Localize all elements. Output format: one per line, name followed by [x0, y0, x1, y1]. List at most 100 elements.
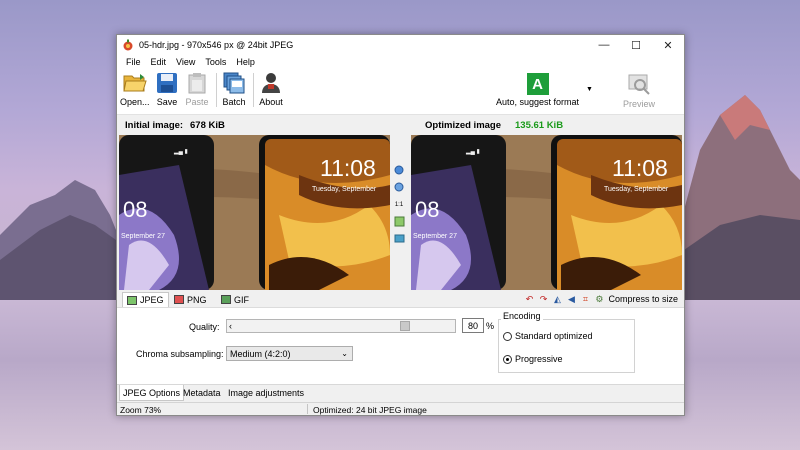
initial-image-pane[interactable]: ▂▄ ▮ 08 September 27 11:08 Tuesday, Sept…: [119, 135, 390, 290]
close-button[interactable]: ✕: [652, 35, 684, 55]
quality-input[interactable]: 80: [462, 318, 484, 333]
initial-image-size: 678 KiB: [190, 120, 225, 131]
quality-unit: %: [486, 321, 495, 331]
menu-bar: File Edit View Tools Help: [117, 55, 684, 69]
menu-edit[interactable]: Edit: [146, 57, 172, 67]
chroma-subsampling-label: Chroma subsampling:: [136, 349, 224, 359]
format-label: Auto, suggest format: [496, 97, 580, 107]
preview-label: Preview: [623, 99, 656, 109]
standard-optimized-radio[interactable]: [503, 331, 512, 341]
optimized-image-size: 135.61 KiB: [515, 120, 564, 131]
left-time-fragment: 08: [415, 197, 439, 222]
rotate-right-icon[interactable]: ↷: [538, 294, 548, 304]
format-tab-bar: JPEG PNG GIF ↶ ↷ ◭ ◀ ⌗ ⚙ Compress to siz…: [117, 290, 684, 308]
standard-optimized-option[interactable]: Standard optimized: [503, 331, 593, 341]
compress-to-size-button[interactable]: Compress to size: [608, 294, 678, 304]
initial-image-label: Initial image:: [125, 120, 184, 131]
gif-format-icon: [221, 295, 231, 304]
crop-icon[interactable]: ⌗: [580, 294, 590, 304]
maximize-button[interactable]: ☐: [620, 35, 652, 55]
zoom-status: Zoom 73%: [120, 405, 162, 415]
menu-view[interactable]: View: [171, 57, 200, 67]
rotate-left-icon[interactable]: ↶: [524, 294, 534, 304]
tab-png[interactable]: PNG: [170, 292, 211, 307]
menu-help[interactable]: Help: [231, 57, 260, 67]
batch-label: Batch: [222, 97, 246, 107]
minimize-button[interactable]: —: [588, 35, 620, 55]
tab-jpeg[interactable]: JPEG: [122, 292, 169, 307]
left-date-fragment: September 27: [413, 233, 457, 240]
left-time-fragment: 08: [123, 197, 147, 222]
toolbar: Open... Save Paste Batch About A Auto, s…: [117, 69, 684, 115]
zoom-tools: 1:1: [392, 135, 406, 290]
right-time: 11:08: [612, 155, 668, 181]
flip-vertical-icon[interactable]: ◀: [566, 294, 576, 304]
save-label: Save: [156, 97, 178, 107]
left-date-fragment: September 27: [121, 233, 165, 240]
app-logo-icon: [123, 39, 133, 51]
optimized-image-preview: ▂▄ ▮ 08 September 27 11:08 Tuesday, Sept…: [411, 135, 682, 290]
image-tools: ↶ ↷ ◭ ◀ ⌗ ⚙ Compress to size: [524, 292, 678, 306]
app-window: 05-hdr.jpg - 970x546 px @ 24bit JPEG — ☐…: [116, 34, 685, 416]
right-date: Tuesday, September: [604, 186, 669, 193]
floppy-disk-icon: [155, 71, 179, 95]
chroma-subsampling-select[interactable]: Medium (4:2:0) ⌄: [226, 346, 353, 361]
optimized-status: Optimized: 24 bit JPEG image: [313, 405, 427, 415]
clipboard-icon: [185, 71, 209, 95]
batch-files-icon: [222, 71, 246, 95]
jpeg-format-icon: [127, 295, 137, 305]
user-icon: [259, 71, 283, 95]
about-button[interactable]: About: [259, 71, 283, 107]
open-button[interactable]: Open...: [120, 71, 150, 107]
compress-icon[interactable]: ⚙: [594, 294, 604, 304]
progressive-option[interactable]: Progressive: [503, 354, 563, 364]
tab-gif[interactable]: GIF: [217, 292, 253, 307]
optimized-image-pane[interactable]: ▂▄ ▮ 08 September 27 11:08 Tuesday, Sept…: [411, 135, 682, 290]
format-dropdown-chevron-icon[interactable]: ▼: [586, 86, 593, 93]
paste-button[interactable]: Paste: [185, 71, 209, 107]
progressive-radio[interactable]: [503, 354, 512, 364]
open-label: Open...: [120, 97, 150, 107]
menu-file[interactable]: File: [121, 57, 146, 67]
svg-text:▂▄ ▮: ▂▄ ▮: [173, 149, 188, 155]
standard-optimized-label: Standard optimized: [515, 331, 593, 341]
quality-slider-thumb[interactable]: [399, 321, 410, 331]
optimized-image-label: Optimized image: [425, 120, 502, 131]
window-title: 05-hdr.jpg - 970x546 px @ 24bit JPEG: [139, 40, 294, 50]
encoding-group: [498, 319, 635, 373]
progressive-label: Progressive: [515, 354, 563, 364]
format-selector[interactable]: A Auto, suggest format: [496, 73, 579, 107]
save-button[interactable]: Save: [155, 71, 179, 107]
about-label: About: [259, 97, 283, 107]
slider-left-arrow-icon[interactable]: ‹: [229, 320, 232, 332]
chroma-subsampling-value: Medium (4:2:0): [230, 348, 291, 359]
chevron-down-icon: ⌄: [341, 349, 348, 358]
preview-button[interactable]: Preview: [623, 73, 655, 109]
status-bar: Zoom 73% Optimized: 24 bit JPEG image: [117, 402, 684, 415]
zoom-in-icon[interactable]: [394, 165, 405, 176]
tab-jpeg-label: JPEG: [140, 295, 164, 305]
title-bar[interactable]: 05-hdr.jpg - 970x546 px @ 24bit JPEG — ☐…: [117, 35, 684, 55]
tab-image-adjustments[interactable]: Image adjustments: [225, 385, 307, 401]
auto-format-icon: A: [526, 73, 549, 95]
batch-button[interactable]: Batch: [222, 71, 246, 107]
fit-icon[interactable]: [394, 216, 405, 227]
right-time: 11:08: [320, 155, 376, 181]
tab-gif-label: GIF: [234, 294, 249, 305]
toolbar-separator: [216, 73, 217, 107]
folder-open-icon: [123, 71, 147, 95]
quality-slider[interactable]: ‹: [226, 319, 456, 333]
tab-jpeg-options[interactable]: JPEG Options: [119, 385, 185, 401]
tab-metadata[interactable]: Metadata: [180, 385, 224, 401]
toolbar-separator: [253, 73, 254, 107]
quality-label: Quality:: [189, 322, 220, 332]
menu-tools[interactable]: Tools: [200, 57, 231, 67]
flip-horizontal-icon[interactable]: ◭: [552, 294, 562, 304]
image-captions: Initial image: 678 KiB Optimized image 1…: [117, 115, 684, 135]
image-comparison: ▂▄ ▮ 08 September 27 11:08 Tuesday, Sept…: [117, 135, 684, 290]
split-view-icon[interactable]: [394, 233, 405, 244]
svg-text:▂▄ ▮: ▂▄ ▮: [465, 149, 480, 155]
zoom-out-icon[interactable]: [394, 182, 405, 193]
initial-image-preview: ▂▄ ▮ 08 September 27 11:08 Tuesday, Sept…: [119, 135, 390, 290]
actual-size-icon[interactable]: 1:1: [394, 199, 405, 210]
